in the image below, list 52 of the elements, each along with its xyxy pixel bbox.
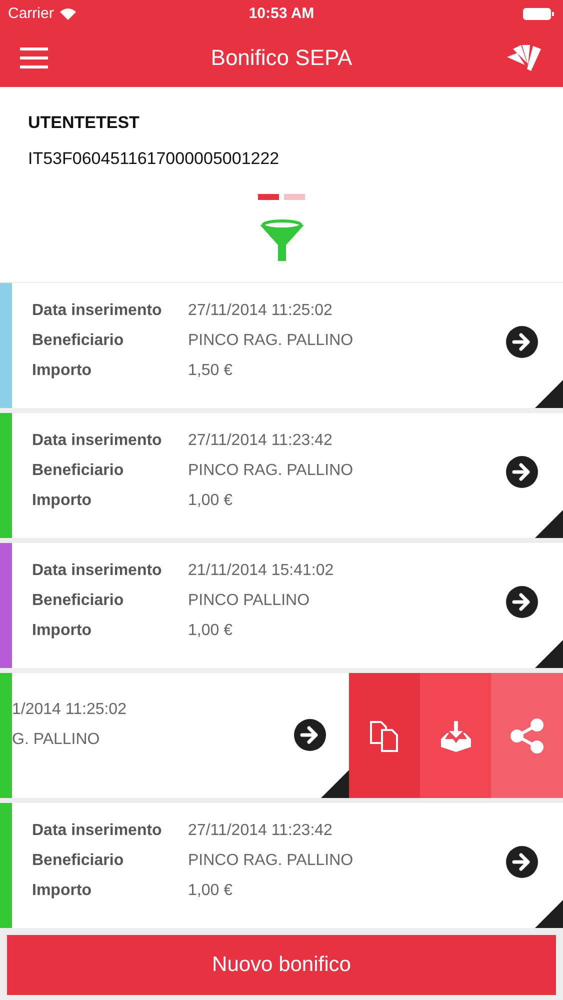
field-value: G. PALLINO: [12, 730, 100, 750]
fan-cards-icon[interactable]: [505, 42, 543, 72]
field-label: Data inserimento: [32, 821, 163, 841]
field-label: Beneficiario: [32, 331, 125, 351]
field-value: 1,00 €: [188, 621, 232, 641]
clock-time: 10:53 AM: [248, 4, 314, 24]
field-value: PINCO RAG. PALLINO: [188, 461, 354, 481]
arrow-right-icon[interactable]: [506, 326, 538, 358]
field-label: Beneficiario: [32, 591, 125, 611]
download-button[interactable]: [420, 673, 491, 798]
arrow-right-icon[interactable]: [294, 719, 326, 751]
corner-triangle-icon: [535, 510, 563, 538]
field-value: PINCO PALLINO: [188, 591, 310, 611]
field-value: 27/11/2014 11:23:42: [188, 821, 332, 841]
corner-triangle-icon: [535, 640, 563, 668]
field-value: 27/11/2014 11:23:42: [188, 431, 332, 451]
new-transfer-button[interactable]: Nuovo bonifico: [7, 935, 556, 995]
arrow-right-icon[interactable]: [506, 586, 538, 618]
corner-triangle-icon: [535, 900, 563, 928]
field-label: Beneficiario: [32, 461, 125, 481]
field-label: Data inserimento: [32, 431, 163, 451]
corner-triangle-icon: [535, 380, 563, 408]
field-value: 1,00 €: [188, 881, 232, 901]
arrow-right-icon[interactable]: [506, 456, 538, 488]
field-label: Data inserimento: [32, 561, 163, 581]
field-value: 27/11/2014 11:25:02: [188, 301, 332, 321]
carrier-label: Carrier: [8, 4, 54, 24]
field-value: PINCO RAG. PALLINO: [188, 851, 354, 871]
share-button[interactable]: [491, 673, 563, 798]
menu-icon[interactable]: [20, 46, 48, 68]
field-label: Importo: [32, 361, 93, 381]
wifi-icon: [60, 8, 76, 20]
field-value: PINCO RAG. PALLINO: [188, 331, 354, 351]
field-value: 1,00 €: [188, 491, 232, 511]
download-tray-icon: [438, 718, 472, 752]
account-iban: IT53F0604511617000005001222: [28, 148, 280, 170]
field-value: 21/11/2014 15:41:02: [188, 561, 334, 581]
field-label: Importo: [32, 621, 93, 641]
field-label: Importo: [32, 491, 93, 511]
battery-icon: [523, 7, 555, 21]
field-label: Beneficiario: [32, 851, 125, 871]
account-name: UTENTETEST: [28, 112, 140, 134]
field-label: Data inserimento: [32, 301, 163, 321]
field-label: Importo: [32, 881, 93, 901]
field-value: 1,50 €: [188, 361, 232, 381]
filter-icon[interactable]: [258, 219, 304, 263]
corner-triangle-icon: [321, 770, 349, 798]
share-icon: [509, 718, 545, 754]
arrow-right-icon[interactable]: [506, 846, 538, 878]
copy-button[interactable]: [349, 673, 420, 798]
field-value: 1/2014 11:25:02: [12, 700, 126, 720]
nav-title: Bonifico SEPA: [210, 44, 352, 72]
